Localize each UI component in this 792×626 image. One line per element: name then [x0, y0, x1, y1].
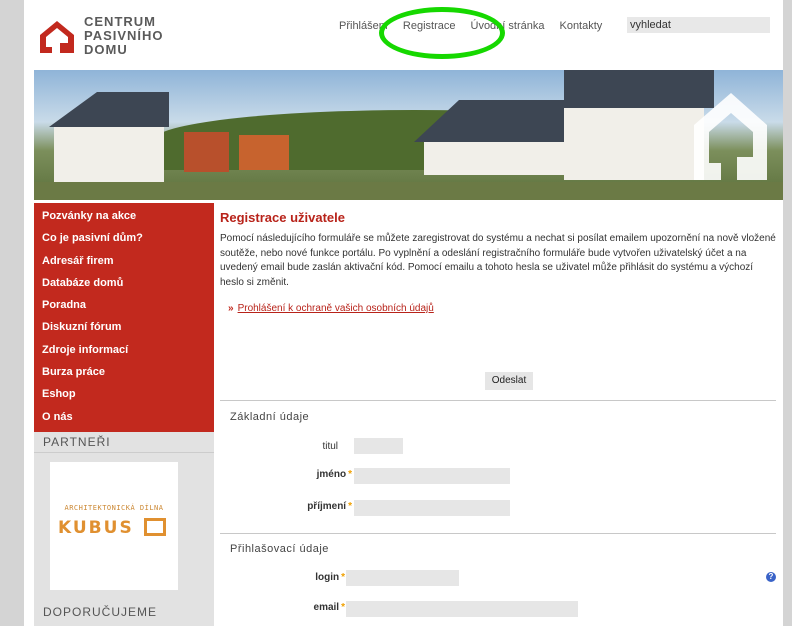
logo-line-2: PASIVNÍHO: [84, 28, 164, 43]
search-input[interactable]: [627, 17, 770, 33]
partner-box-icon: [144, 517, 166, 536]
sidebar-item-passive-house[interactable]: Co je pasivní dům?: [34, 227, 214, 249]
divider: [220, 400, 776, 401]
recommended-heading: DOPORUČUJEME: [34, 599, 214, 626]
label-jmeno-text: jméno: [316, 469, 347, 480]
partners-box: ARCHITEKTONICKÁ DÍLNA KUBUS: [34, 452, 214, 618]
section-login-title: Přihlašovací údaje: [230, 543, 329, 555]
label-login-text: login: [315, 572, 340, 583]
label-titul: titul: [280, 441, 338, 452]
label-email-text: email: [313, 602, 340, 613]
partner-banner-kubus[interactable]: ARCHITEKTONICKÁ DÍLNA KUBUS: [50, 461, 178, 590]
page: CENTRUM PASIVNÍHO DOMU Přihlášení Registr…: [24, 0, 783, 626]
header-banner-image: [34, 70, 783, 200]
logo-line-1: CENTRUM: [84, 14, 156, 29]
double-chevron-icon: »: [228, 303, 234, 314]
sidebar-item-house-database[interactable]: Databáze domů: [34, 272, 214, 294]
sidebar-item-companies[interactable]: Adresář firem: [34, 250, 214, 272]
sidebar: Pozvánky na akce Co je pasivní dům? Adre…: [34, 203, 214, 626]
divider: [220, 533, 776, 534]
partner-line: ARCHITEKTONICKÁ DÍLNA: [64, 503, 164, 512]
header: CENTRUM PASIVNÍHO DOMU Přihlášení Registr…: [24, 0, 783, 70]
sidebar-item-eshop[interactable]: Eshop: [34, 383, 214, 405]
intro-text: Pomocí následujícího formuláře se můžete…: [220, 233, 776, 288]
highlight-ring: [379, 7, 505, 59]
banner-roof: [49, 92, 169, 127]
banner-house: [564, 105, 704, 180]
label-login: login *: [260, 572, 345, 583]
help-icon[interactable]: ?: [766, 572, 776, 582]
last-name-field[interactable]: [354, 500, 510, 516]
banner-house: [239, 135, 289, 170]
sidebar-item-forum[interactable]: Diskuzní fórum: [34, 316, 214, 338]
submit-button[interactable]: Odeslat: [485, 372, 533, 390]
nav-contacts[interactable]: Kontakty: [559, 20, 602, 32]
sidebar-item-events[interactable]: Pozvánky na akce: [34, 205, 214, 227]
first-name-field[interactable]: [354, 468, 510, 484]
sidebar-item-about[interactable]: O nás: [34, 406, 214, 428]
banner-house: [424, 140, 564, 175]
titul-field[interactable]: [354, 438, 403, 454]
required-mark: *: [348, 469, 352, 480]
label-email: email *: [260, 602, 345, 613]
label-prijmeni-text: příjmení: [307, 501, 347, 512]
label-jmeno: jméno *: [260, 469, 352, 480]
email-field[interactable]: [346, 601, 578, 617]
page-title: Registrace uživatele: [220, 210, 346, 225]
section-basic-title: Základní údaje: [230, 411, 310, 423]
house-logo-icon: [40, 21, 74, 53]
banner-house: [54, 125, 164, 185]
logo-line-3: DOMU: [84, 42, 128, 57]
privacy-link-label: Prohlášení k ochraně vašich osobních úda…: [237, 303, 434, 314]
house-logo-icon: [694, 93, 767, 180]
privacy-link[interactable]: » Prohlášení k ochraně vašich osobních úd…: [228, 303, 434, 314]
sidebar-menu: Pozvánky na akce Co je pasivní dům? Adre…: [34, 203, 214, 432]
sidebar-item-jobs[interactable]: Burza práce: [34, 361, 214, 383]
banner-road: [34, 182, 783, 200]
logo-text: CENTRUM PASIVNÍHO DOMU: [84, 15, 164, 57]
main-content: Registrace uživatele Pomocí následujícíh…: [220, 203, 780, 626]
label-prijmeni: příjmení *: [260, 501, 352, 512]
required-mark: *: [348, 501, 352, 512]
login-field[interactable]: [346, 570, 459, 586]
banner-house: [184, 132, 229, 172]
required-mark: *: [341, 602, 345, 613]
sidebar-item-resources[interactable]: Zdroje informací: [34, 339, 214, 361]
banner-roof: [414, 100, 564, 142]
partners-heading: PARTNEŘI: [34, 431, 214, 453]
required-mark: *: [341, 572, 345, 583]
label-titul-text: titul: [322, 441, 338, 452]
sidebar-item-advice[interactable]: Poradna: [34, 294, 214, 316]
partner-word: KUBUS: [58, 517, 134, 538]
site-logo[interactable]: CENTRUM PASIVNÍHO DOMU: [38, 15, 178, 65]
